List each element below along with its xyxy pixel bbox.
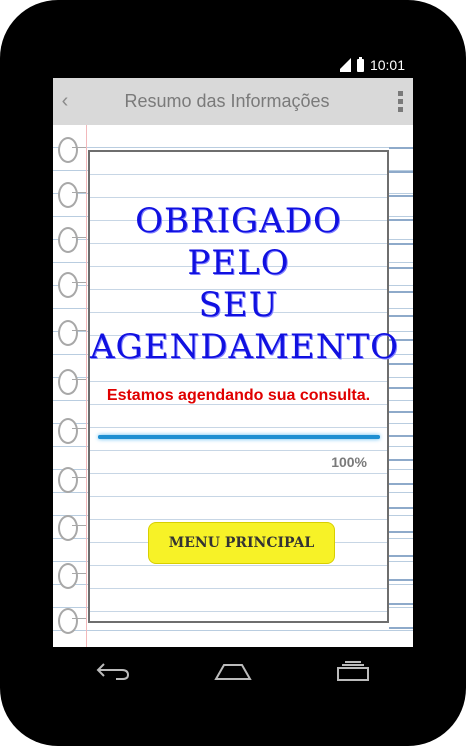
recents-icon[interactable] bbox=[333, 656, 373, 686]
progress-label: 100% bbox=[331, 454, 367, 470]
progress-fill bbox=[98, 435, 380, 439]
spiral-rings bbox=[55, 125, 86, 647]
confirmation-card: OBRIGADO PELO SEU AGENDAMENTO Estamos ag… bbox=[88, 150, 400, 623]
margin-line bbox=[86, 125, 87, 647]
thank-you-heading: OBRIGADO PELO SEU AGENDAMENTO bbox=[90, 201, 400, 367]
signal-icon bbox=[336, 58, 351, 72]
navigation-bar bbox=[53, 647, 413, 695]
main-menu-button[interactable]: MENU PRINCIPAL bbox=[148, 522, 335, 564]
chevron-left-icon[interactable]: ‹ bbox=[55, 90, 75, 113]
scheduling-message: Estamos agendando sua consulta. bbox=[106, 387, 371, 404]
overflow-menu-icon[interactable] bbox=[387, 91, 413, 112]
page-edge-lines bbox=[389, 125, 413, 647]
back-arrow-icon[interactable] bbox=[93, 656, 133, 686]
notebook-background: OBRIGADO PELO SEU AGENDAMENTO Estamos ag… bbox=[53, 125, 413, 647]
progress-bar bbox=[98, 435, 380, 439]
battery-icon bbox=[356, 56, 364, 72]
app-title: Resumo das Informações bbox=[124, 91, 330, 111]
home-icon[interactable] bbox=[213, 656, 253, 686]
app-bar: ‹ Resumo das Informações bbox=[53, 78, 413, 125]
status-time: 10:01 bbox=[369, 57, 405, 73]
status-bar: 10:01 bbox=[53, 54, 413, 78]
